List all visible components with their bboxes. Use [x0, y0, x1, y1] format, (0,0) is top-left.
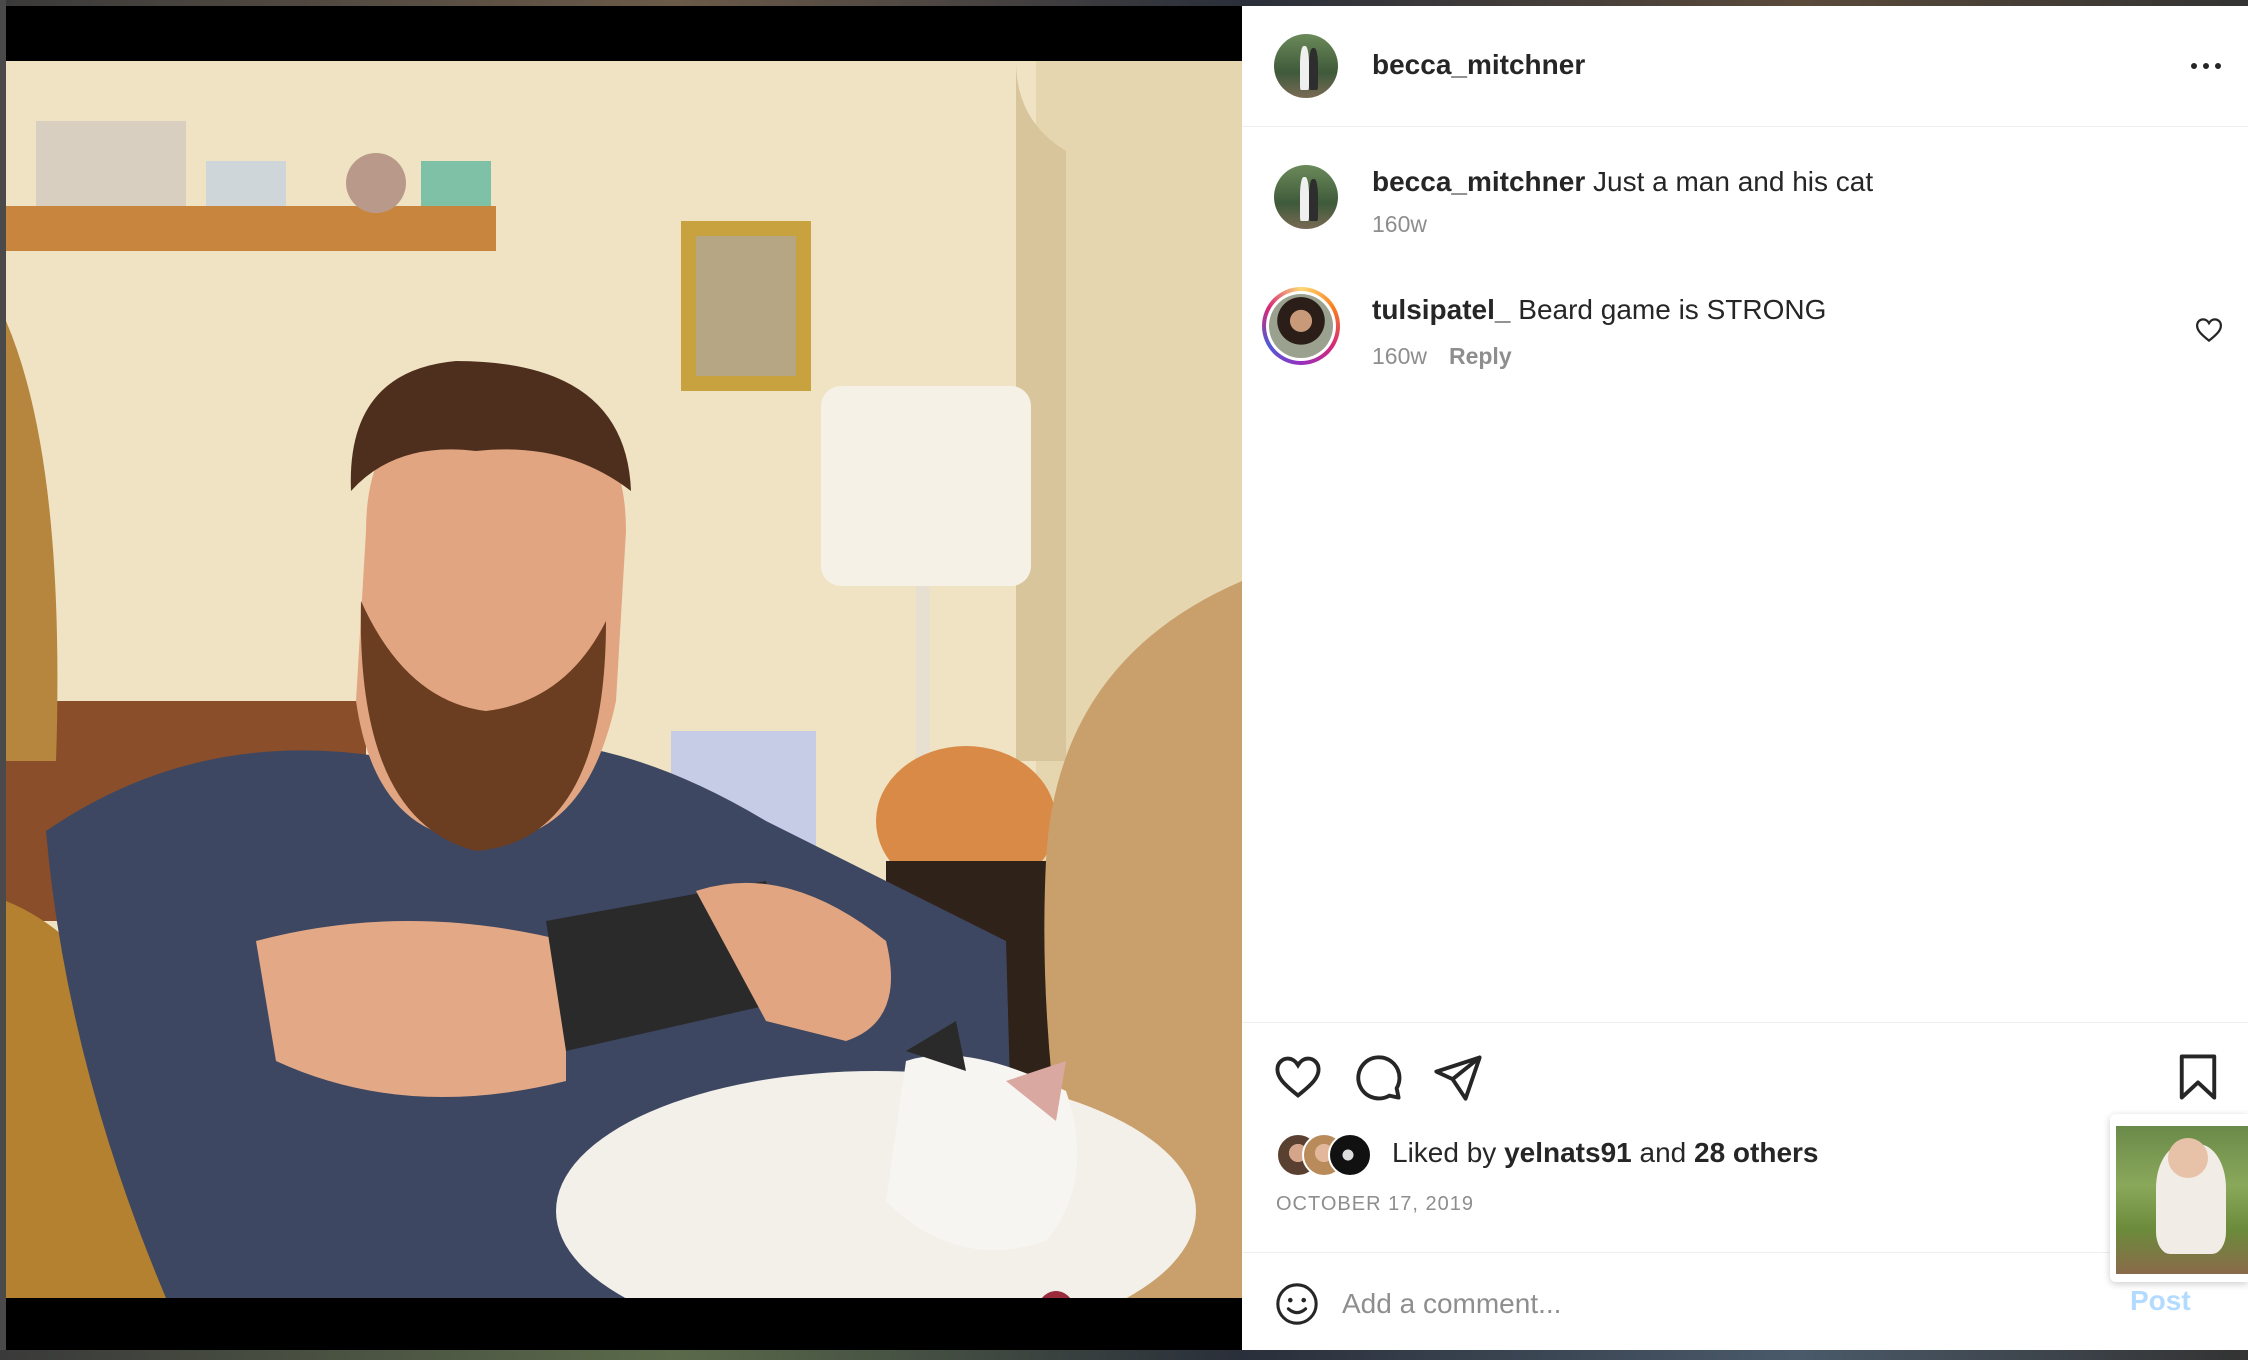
author-username[interactable]: becca_mitchner — [1372, 49, 1585, 81]
share-button[interactable] — [1432, 1051, 1484, 1103]
comment-input[interactable] — [1340, 1283, 2084, 1325]
post-photo-illustration — [6, 61, 1242, 1298]
emoji-button[interactable] — [1274, 1281, 1320, 1327]
likes-prefix: Liked by — [1392, 1137, 1497, 1168]
liker-avatar — [1328, 1133, 1372, 1177]
thumbnail-image — [2116, 1126, 2248, 1274]
comment-row: tulsipatel_ Beard game is STRONG 160w Rep… — [1242, 287, 2248, 387]
heart-icon — [1275, 1056, 1321, 1098]
comment-meta: 160w Reply — [1372, 343, 1512, 370]
caption-row: becca_mitchner Just a man and his cat 16… — [1242, 165, 2248, 265]
comments-list[interactable]: becca_mitchner Just a man and his cat 16… — [1242, 127, 2248, 1022]
author-avatar[interactable] — [1274, 34, 1338, 98]
reply-button[interactable]: Reply — [1449, 343, 1512, 369]
likes-others-link[interactable]: 28 others — [1694, 1137, 1819, 1168]
likes-summary: Liked by yelnats91 and 28 others — [1392, 1137, 1819, 1169]
emoji-icon — [1276, 1283, 1318, 1325]
comment-button[interactable] — [1352, 1051, 1404, 1103]
bookmark-icon — [2179, 1054, 2217, 1100]
photo-pane — [6, 6, 1242, 1350]
post-comment-button[interactable]: Post — [2130, 1285, 2191, 1317]
likers-avatars[interactable] — [1276, 1133, 1396, 1177]
caption-body: Just a man and his cat — [1593, 166, 1874, 197]
add-comment-bar: Post — [1242, 1252, 2248, 1351]
caption-age[interactable]: 160w — [1372, 211, 1427, 238]
caption-text: becca_mitchner Just a man and his cat — [1372, 165, 1873, 199]
comment-age[interactable]: 160w — [1372, 343, 1427, 369]
caption-avatar[interactable] — [1274, 165, 1338, 229]
comment-like-button[interactable] — [2194, 315, 2224, 345]
commenter-avatar[interactable] — [1262, 287, 1340, 365]
action-bar: Liked by yelnats91 and 28 others OCTOBER… — [1242, 1022, 2248, 1253]
more-options-button[interactable] — [2182, 46, 2230, 86]
post-header: becca_mitchner — [1242, 6, 2248, 127]
more-horizontal-icon — [2191, 63, 2197, 69]
floating-thumbnail[interactable] — [2110, 1114, 2248, 1282]
save-button[interactable] — [2172, 1051, 2224, 1103]
background-feed-bottom — [0, 1350, 2248, 1360]
post-photo[interactable] — [6, 61, 1242, 1298]
comment-username[interactable]: tulsipatel_ — [1372, 294, 1510, 325]
send-icon — [1434, 1055, 1482, 1101]
comment-icon — [1356, 1055, 1402, 1101]
heart-icon — [2195, 318, 2223, 343]
comment-body: Beard game is STRONG — [1518, 294, 1827, 325]
likes-joiner: and — [1639, 1137, 1687, 1168]
caption-username[interactable]: becca_mitchner — [1372, 166, 1585, 197]
like-button[interactable] — [1272, 1051, 1324, 1103]
comment-text: tulsipatel_ Beard game is STRONG — [1372, 293, 1826, 327]
post-date[interactable]: OCTOBER 17, 2019 — [1276, 1193, 1474, 1216]
liker-username[interactable]: yelnats91 — [1504, 1137, 1632, 1168]
post-modal: becca_mitchner becca_mitchner Just a man… — [6, 6, 2248, 1350]
post-sidebar: becca_mitchner becca_mitchner Just a man… — [1242, 6, 2248, 1350]
